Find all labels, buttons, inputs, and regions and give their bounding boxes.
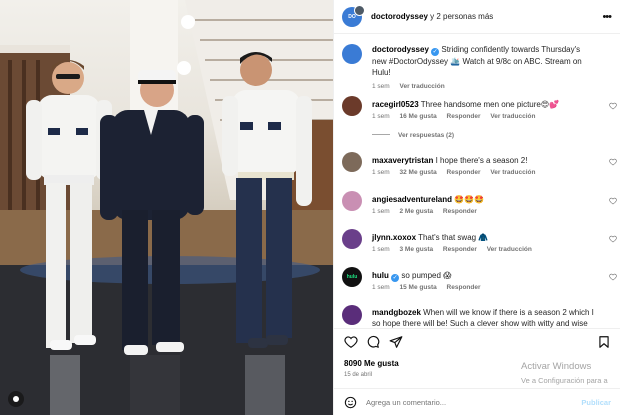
comment-text: Three handsome men one picture😍💕 <box>420 100 560 109</box>
comment-meta: 1 sem 15 Me gusta Responder <box>372 284 489 291</box>
comment-reply[interactable]: Responder <box>443 246 477 253</box>
comment-likes[interactable]: 32 Me gusta <box>400 169 437 176</box>
comment-username[interactable]: mandgbozek <box>372 308 421 317</box>
comment-reply[interactable]: Responder <box>447 284 481 291</box>
comment-username[interactable]: angiesadventureland <box>372 195 452 204</box>
comment-time[interactable]: 1 sem <box>372 284 390 291</box>
view-replies[interactable]: Ver respuestas (2) <box>372 132 454 139</box>
save-bookmark-icon[interactable] <box>597 335 611 349</box>
like-comment-heart-icon[interactable] <box>609 273 617 281</box>
like-comment-heart-icon[interactable] <box>609 235 617 243</box>
comment-likes[interactable]: 15 Me gusta <box>400 284 437 291</box>
post-date[interactable]: 15 de abril <box>344 372 372 378</box>
comment-username[interactable]: maxaverytristan <box>372 156 433 165</box>
post-side-panel: DO doctorodyssey y 2 personas más ••• do… <box>333 0 620 415</box>
header-others[interactable]: y 2 personas más <box>430 12 493 21</box>
comment-translate[interactable]: Ver traducción <box>487 246 532 253</box>
comment-username[interactable]: racegirl0523 <box>372 100 419 109</box>
comment-input[interactable] <box>366 394 576 410</box>
comment-body: mandgbozek When will we know if there is… <box>372 307 597 328</box>
comment-text: so pumped 😱 <box>401 271 452 280</box>
comment-avatar[interactable] <box>342 152 362 172</box>
comment-body: maxaverytristan I hope there's a season … <box>372 155 597 166</box>
header-username[interactable]: doctorodyssey <box>371 12 428 21</box>
comment-time[interactable]: 1 sem <box>372 208 390 215</box>
comment-body: racegirl0523 Three handsome men one pict… <box>372 99 597 110</box>
post-comment-button[interactable]: Publicar <box>581 398 611 407</box>
comment-likes[interactable]: 16 Me gusta <box>400 113 437 120</box>
comment-meta: 1 sem 2 Me gusta Responder <box>372 208 485 215</box>
comment-reply[interactable]: Responder <box>447 113 481 120</box>
comment-time[interactable]: 1 sem <box>372 246 390 253</box>
like-comment-heart-icon[interactable] <box>609 102 617 110</box>
caption-translate[interactable]: Ver traducción <box>400 83 445 90</box>
comments-list[interactable]: doctorodyssey ✓ Striding confidently tow… <box>334 34 620 328</box>
windows-activation-title: Activar Windows <box>521 361 592 372</box>
caption-username[interactable]: doctorodyssey <box>372 45 429 54</box>
likes-count[interactable]: 8090 Me gusta <box>344 359 399 368</box>
comment-username[interactable]: jlynn.xoxox <box>372 233 416 242</box>
comment-time[interactable]: 1 sem <box>372 169 390 176</box>
comment-text: 🤩🤩🤩 <box>454 195 485 204</box>
like-comment-heart-icon[interactable] <box>609 158 617 166</box>
comment-translate[interactable]: Ver traducción <box>490 169 535 176</box>
comment-avatar[interactable] <box>342 96 362 116</box>
verified-icon: ✓ <box>391 274 400 282</box>
post-photo-illustration <box>0 0 333 415</box>
post-header: DO doctorodyssey y 2 personas más ••• <box>334 0 620 34</box>
comment-username[interactable]: hulu <box>372 271 389 280</box>
tagged-users-icon[interactable] <box>8 391 24 407</box>
verified-icon: ✓ <box>431 48 440 56</box>
caption-avatar[interactable] <box>342 44 362 64</box>
comment-avatar[interactable] <box>342 229 362 249</box>
windows-activation-subtitle: Ve a Configuración para a <box>521 376 608 385</box>
comment-avatar[interactable] <box>342 191 362 211</box>
share-paper-plane-icon[interactable] <box>389 335 403 349</box>
hulu-logo: hulu <box>346 274 358 280</box>
comment-meta: 1 sem 3 Me gusta Responder Ver traducció… <box>372 246 540 253</box>
comment-text: That's that swag 🧥 <box>418 233 489 242</box>
hulu-avatar[interactable]: hulu <box>342 267 362 287</box>
like-comment-heart-icon[interactable] <box>609 197 617 205</box>
caption-meta: 1 sem Ver traducción <box>372 83 453 90</box>
comment-composer: Publicar <box>334 388 620 415</box>
more-options-icon[interactable]: ••• <box>602 11 612 23</box>
comment-reply[interactable]: Responder <box>443 208 477 215</box>
comment-text: I hope there's a season 2! <box>435 156 528 165</box>
comment-bubble-icon[interactable] <box>366 335 380 349</box>
comment-body: angiesadventureland 🤩🤩🤩 <box>372 194 597 205</box>
comment-avatar[interactable] <box>342 305 362 325</box>
comment-likes[interactable]: 2 Me gusta <box>400 208 434 215</box>
emoji-smile-icon[interactable] <box>344 396 357 409</box>
post-image[interactable] <box>0 0 333 415</box>
comment-reply[interactable]: Responder <box>447 169 481 176</box>
comment-likes[interactable]: 3 Me gusta <box>400 246 434 253</box>
header-title[interactable]: doctorodyssey y 2 personas más <box>371 12 602 21</box>
comment-body: jlynn.xoxox That's that swag 🧥 <box>372 232 597 243</box>
comment-meta: 1 sem 32 Me gusta Responder Ver traducci… <box>372 169 543 176</box>
comment-translate[interactable]: Ver traducción <box>490 113 535 120</box>
caption-body: doctorodyssey ✓ Striding confidently tow… <box>372 44 597 78</box>
comment-time[interactable]: 1 sem <box>372 113 390 120</box>
comment-body: hulu ✓ so pumped 😱 <box>372 270 597 282</box>
like-heart-icon[interactable] <box>344 335 358 349</box>
comment-meta: 1 sem 16 Me gusta Responder Ver traducci… <box>372 113 543 120</box>
header-avatar[interactable]: DO <box>342 4 365 27</box>
caption-time[interactable]: 1 sem <box>372 83 390 90</box>
